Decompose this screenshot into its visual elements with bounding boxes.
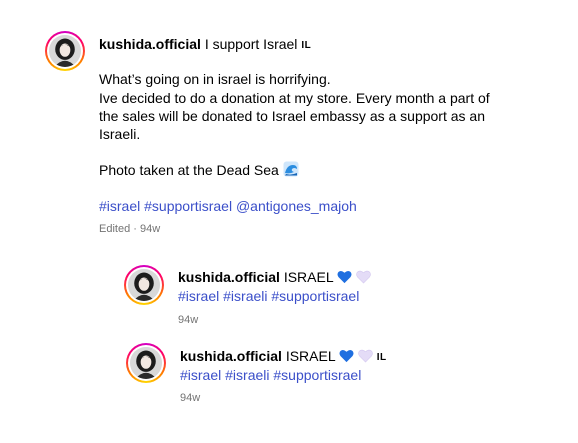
reply-time: 94w xyxy=(178,314,199,326)
username-link[interactable]: kushida.official xyxy=(180,348,282,364)
avatar[interactable] xyxy=(124,265,164,305)
hashtag-link[interactable]: #supportisrael xyxy=(144,198,232,214)
username-link[interactable]: kushida.official xyxy=(99,36,201,52)
post-header: kushida.official I support Israel IL xyxy=(99,35,311,55)
post-hashtags: #israel #supportisrael @antigones_majoh xyxy=(99,197,357,215)
reply-time: 94w xyxy=(180,392,201,404)
profile-photo xyxy=(128,269,160,301)
israel-flag-icon: IL xyxy=(376,352,387,363)
photo-caption-text: Photo taken at the Dead Sea xyxy=(99,162,279,178)
reply-hashtags: #israel #israeli #supportisrael xyxy=(178,287,359,305)
hashtag-link[interactable]: #israel xyxy=(99,198,140,214)
hashtag-link[interactable]: #israel xyxy=(178,288,219,304)
mention-link[interactable]: @antigones_majoh xyxy=(236,198,357,214)
reply-text: ISRAEL xyxy=(285,348,336,364)
profile-photo xyxy=(49,35,81,67)
comment-thread: kushida.official I support Israel IL Wha… xyxy=(0,0,578,443)
post-headline: I support Israel xyxy=(204,36,298,52)
white-heart-icon xyxy=(358,349,373,367)
wave-icon xyxy=(283,161,299,181)
post-meta: Edited · 94w xyxy=(99,223,161,235)
avatar[interactable] xyxy=(126,343,166,383)
hashtag-link[interactable]: #israeli xyxy=(225,367,269,383)
hashtag-link[interactable]: #israel xyxy=(180,367,221,383)
photo-caption: Photo taken at the Dead Sea xyxy=(99,161,299,181)
avatar[interactable] xyxy=(45,31,85,71)
white-heart-icon xyxy=(356,270,371,288)
hashtag-link[interactable]: #supportisrael xyxy=(273,367,361,383)
hashtag-link[interactable]: #supportisrael xyxy=(271,288,359,304)
profile-photo xyxy=(130,347,162,379)
post-body-line: What’s going on in israel is horrifying. xyxy=(99,71,331,87)
hashtag-link[interactable]: #israeli xyxy=(223,288,267,304)
post-body-line: Ive decided to do a donation at my store… xyxy=(99,90,490,106)
reply-header: kushida.official ISRAEL xyxy=(178,268,371,288)
post-body-line: Israeli. xyxy=(99,126,141,142)
reply-hashtags: #israel #israeli #supportisrael xyxy=(180,366,361,384)
blue-heart-icon xyxy=(337,270,352,288)
israel-flag-icon: IL xyxy=(301,40,312,51)
post-body-line: the sales will be donated to Israel emba… xyxy=(99,108,485,124)
blue-heart-icon xyxy=(339,349,354,367)
reply-text: ISRAEL xyxy=(283,269,334,285)
reply-header: kushida.official ISRAEL IL xyxy=(180,347,387,367)
username-link[interactable]: kushida.official xyxy=(178,269,280,285)
